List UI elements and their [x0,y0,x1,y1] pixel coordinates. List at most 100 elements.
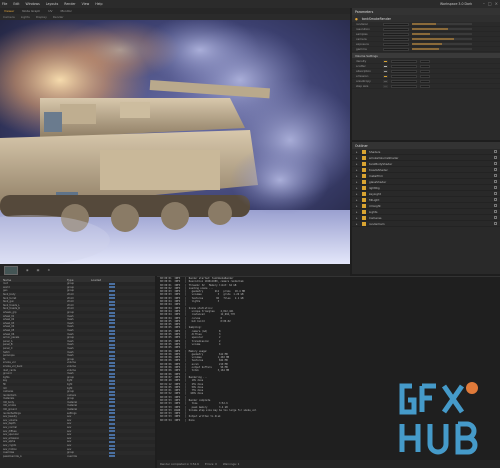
attr-slider[interactable] [412,48,472,50]
menu-windows[interactable]: Windows [26,2,40,6]
expand-arrow-icon[interactable]: ▸ [356,174,359,178]
attr-field[interactable] [420,84,430,88]
visibility-checkbox[interactable] [494,168,497,171]
node-name[interactable]: tankSmokeRender [362,17,391,21]
expand-arrow-icon[interactable]: ▸ [356,156,359,160]
loaded-indicator [109,440,115,443]
attr-slider[interactable] [412,43,472,45]
visibility-checkbox[interactable] [494,156,497,159]
location-type: aov [67,426,72,430]
visibility-checkbox[interactable] [494,204,497,207]
minimize-icon[interactable]: – [483,1,485,6]
attr-field[interactable] [383,32,409,36]
menu-edit[interactable]: Edit [13,2,19,6]
expand-arrow-icon[interactable]: ▸ [356,162,359,166]
attr-label: anisotropy [356,79,371,83]
render-viewport[interactable] [0,20,350,264]
scene-graph-row[interactable]: passOverride_A override [0,455,155,459]
outliner-item[interactable]: ▸ renderCam [352,221,500,227]
location-type: xform [67,307,74,311]
expand-arrow-icon[interactable]: ▸ [356,210,359,214]
menu-view[interactable]: View [82,2,90,6]
column-name[interactable]: Name [3,278,67,282]
expand-arrow-icon[interactable]: ▸ [356,150,359,154]
close-icon[interactable]: × [495,1,498,6]
color-swatch[interactable] [383,84,388,88]
tab-monitor[interactable]: Monitor [60,9,71,13]
expand-arrow-icon[interactable]: ▸ [356,192,359,196]
color-swatch[interactable] [383,64,388,68]
visibility-checkbox[interactable] [494,216,497,219]
attr-slider[interactable] [412,23,472,25]
location-type: camera [67,393,77,397]
tab-node-graph[interactable]: Node Graph [22,9,40,13]
visibility-checkbox[interactable] [494,198,497,201]
render-thumbnail[interactable] [4,265,18,275]
attr-field[interactable] [383,47,409,51]
visibility-checkbox[interactable] [494,192,497,195]
expand-arrow-icon[interactable]: ▸ [356,186,359,190]
expand-arrow-icon[interactable]: ▸ [356,198,359,202]
visibility-checkbox[interactable] [494,186,497,189]
attr-slider[interactable] [412,38,472,40]
lights-menu[interactable]: Lights [21,15,30,19]
menu-layouts[interactable]: Layouts [46,2,59,6]
attr-field[interactable] [420,64,430,68]
camera-menu[interactable]: Camera [3,15,15,19]
color-swatch[interactable] [383,69,388,73]
menu-render[interactable]: Render [64,2,75,6]
attr-slider[interactable] [412,33,472,35]
attr-field[interactable] [383,42,409,46]
location-name: tank_treads_R [3,307,20,311]
location-name: armor_panels [3,336,20,340]
attr-field[interactable] [383,27,409,31]
visibility-checkbox[interactable] [494,210,497,213]
attr-label: emission [356,74,369,78]
attr-field[interactable] [391,69,417,73]
tab-uv[interactable]: UV [48,9,52,13]
location-type: aov [67,440,72,444]
location-name: hatch [3,350,10,354]
menu-file[interactable]: File [2,2,7,6]
visibility-checkbox[interactable] [494,150,497,153]
loaded-indicator [109,408,115,411]
attr-field[interactable] [391,74,417,78]
menu-help[interactable]: Help [95,2,102,6]
attr-field[interactable] [383,37,409,41]
maximize-icon[interactable]: □ [488,1,492,6]
attr-field[interactable] [391,84,417,88]
visibility-checkbox[interactable] [494,174,497,177]
expand-arrow-icon[interactable]: ▸ [356,216,359,220]
visibility-checkbox[interactable] [494,180,497,183]
tab-viewer[interactable]: Viewer [4,9,14,13]
color-swatch[interactable] [383,79,388,83]
attr-field[interactable] [391,79,417,83]
render-menu[interactable]: Render [53,15,64,19]
loaded-indicator [109,397,115,400]
color-swatch[interactable] [383,59,388,63]
column-loaded[interactable]: Loaded [91,278,117,282]
section-header[interactable]: Volume Settings [352,53,500,58]
location-type: aov [67,444,72,448]
expand-arrow-icon[interactable]: ▸ [356,168,359,172]
attr-field[interactable] [391,64,417,68]
attr-field[interactable] [420,69,430,73]
display-menu[interactable]: Display [36,15,47,19]
attr-field[interactable] [420,59,430,63]
expand-arrow-icon[interactable]: ▸ [356,204,359,208]
color-swatch[interactable] [383,74,388,78]
expand-arrow-icon[interactable]: ▸ [356,222,359,226]
column-type[interactable]: Type [67,278,91,282]
attr-field[interactable] [391,59,417,63]
window-controls: – □ × [483,1,498,6]
status-icon: ▣ [36,268,40,272]
attr-field[interactable] [383,22,409,26]
loaded-indicator [109,304,115,307]
loaded-indicator [109,340,115,343]
visibility-checkbox[interactable] [494,222,497,225]
attr-slider[interactable] [412,28,472,30]
attr-field[interactable] [420,74,430,78]
visibility-checkbox[interactable] [494,162,497,165]
attr-field[interactable] [420,79,430,83]
expand-arrow-icon[interactable]: ▸ [356,180,359,184]
